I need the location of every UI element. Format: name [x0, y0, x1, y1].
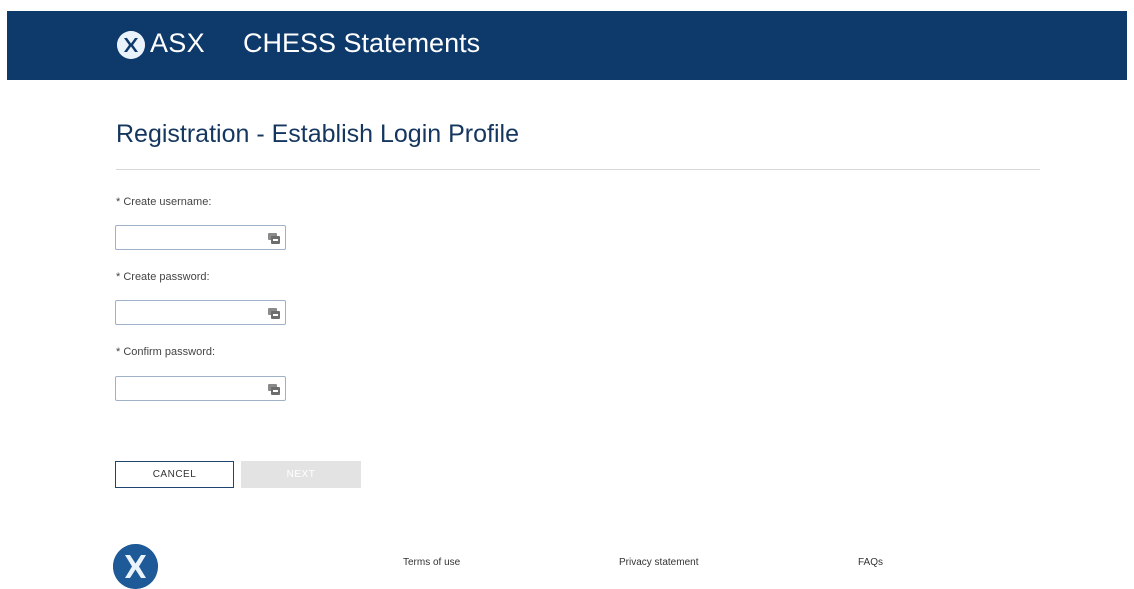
confirm-password-label: * Confirm password:: [116, 346, 216, 358]
confirm-password-input[interactable]: [116, 377, 285, 400]
key-icon[interactable]: [268, 307, 280, 319]
asx-footer-logo-icon: [113, 544, 158, 589]
terms-of-use-link[interactable]: Terms of use: [403, 557, 460, 568]
username-label: * Create username:: [116, 196, 212, 208]
username-field[interactable]: [115, 225, 286, 250]
key-icon[interactable]: [268, 383, 280, 395]
password-label: * Create password:: [116, 271, 210, 283]
next-button[interactable]: NEXT: [241, 461, 361, 488]
app-title: CHESS Statements: [243, 28, 481, 58]
confirm-password-field[interactable]: [115, 376, 286, 401]
faqs-link[interactable]: FAQs: [858, 557, 883, 568]
privacy-statement-link[interactable]: Privacy statement: [619, 557, 698, 568]
title-divider: [116, 169, 1040, 170]
password-field[interactable]: [115, 300, 286, 325]
page: ASX CHESS Statements Registration - Esta…: [0, 0, 1134, 589]
username-input[interactable]: [116, 226, 285, 249]
page-title: Registration - Establish Login Profile: [116, 120, 519, 148]
key-icon[interactable]: [268, 232, 280, 244]
password-input[interactable]: [116, 301, 285, 324]
brand-name: ASX: [150, 28, 205, 58]
asx-logo-icon: [117, 31, 145, 59]
cancel-button[interactable]: CANCEL: [115, 461, 234, 488]
header-bar: ASX CHESS Statements: [7, 11, 1127, 80]
